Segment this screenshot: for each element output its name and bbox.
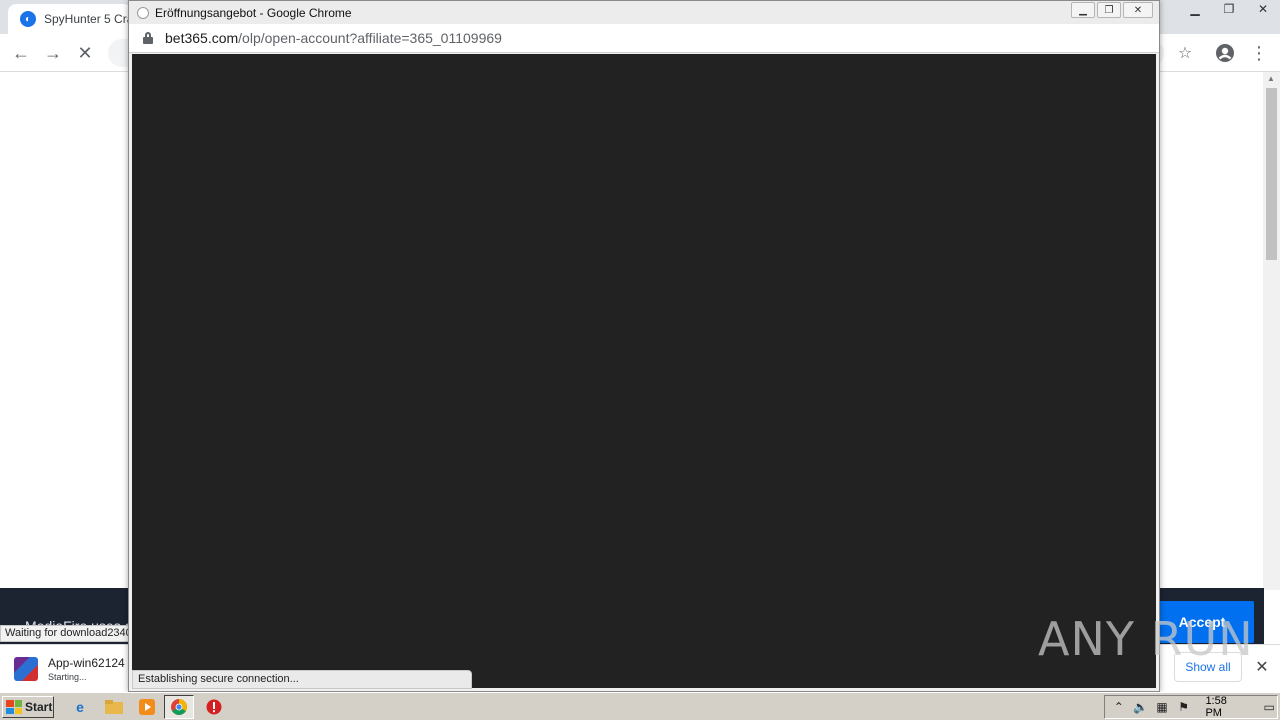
taskbar: Start e ⌃ 🔈 ▦ ⚑ 1:58 PM ▭ bbox=[0, 692, 1280, 720]
lock-icon[interactable] bbox=[143, 32, 153, 44]
popup-window-controls: ▁ ❐ ✕ bbox=[1071, 2, 1153, 18]
popup-titlebar[interactable]: Eröffnungsangebot - Google Chrome ▁ ❐ ✕ bbox=[129, 1, 1159, 24]
page-scrollbar[interactable]: ▲ bbox=[1263, 72, 1280, 590]
restore-icon[interactable]: ❐ bbox=[1212, 0, 1246, 18]
scrollbar-thumb[interactable] bbox=[1266, 88, 1277, 260]
stop-loading-icon[interactable]: ✕ bbox=[72, 40, 98, 66]
restore-icon[interactable]: ❐ bbox=[1097, 2, 1121, 18]
minimize-icon[interactable]: ▁ bbox=[1071, 2, 1095, 18]
minimize-icon[interactable]: ▁ bbox=[1178, 0, 1212, 18]
background-tab-title: SpyHunter 5 Crac bbox=[44, 12, 132, 26]
close-icon[interactable]: ✕ bbox=[1123, 2, 1153, 18]
watermark-text: ANY RUN bbox=[1038, 612, 1254, 666]
action-center-flag-icon[interactable]: ⚑ bbox=[1176, 699, 1192, 715]
stop-sign-icon[interactable] bbox=[204, 697, 224, 717]
popup-page-content[interactable] bbox=[132, 54, 1156, 688]
file-explorer-icon[interactable] bbox=[104, 697, 124, 717]
start-button[interactable]: Start bbox=[2, 696, 54, 718]
background-status-bubble: Waiting for download2340 bbox=[0, 625, 140, 642]
windows-logo-icon bbox=[6, 700, 22, 714]
background-tab[interactable]: ◐ SpyHunter 5 Crac bbox=[8, 4, 132, 34]
popup-status-bubble: Establishing secure connection... bbox=[132, 670, 472, 689]
anyrun-watermark: ANY RUN bbox=[1038, 608, 1254, 670]
popup-favicon-icon bbox=[137, 6, 149, 19]
download-status: Starting... bbox=[48, 672, 87, 682]
background-window-controls: ▁ ❐ ✕ bbox=[1178, 0, 1280, 18]
back-arrow-icon[interactable]: ← bbox=[8, 40, 34, 66]
bookmark-star-icon[interactable]: ☆ bbox=[1172, 40, 1198, 66]
popup-window: Eröffnungsangebot - Google Chrome ▁ ❐ ✕ … bbox=[128, 0, 1160, 692]
volume-icon[interactable]: 🔈 bbox=[1133, 699, 1149, 715]
start-label: Start bbox=[25, 700, 53, 714]
download-item[interactable]: App-win62124 Starting... bbox=[14, 651, 134, 687]
tab-favicon-icon: ◐ bbox=[20, 11, 36, 27]
download-file-name: App-win62124 bbox=[48, 656, 125, 670]
network-icon[interactable]: ▦ bbox=[1154, 699, 1170, 715]
show-desktop-icon[interactable]: ▭ bbox=[1261, 699, 1277, 715]
clock[interactable]: 1:58 PM bbox=[1205, 695, 1245, 719]
archive-file-icon bbox=[14, 657, 38, 681]
popup-address-bar[interactable]: bet365.com/olp/open-account?affiliate=36… bbox=[129, 24, 1159, 53]
popup-window-title: Eröffnungsangebot - Google Chrome bbox=[155, 5, 352, 20]
close-icon[interactable]: ✕ bbox=[1252, 657, 1272, 677]
url-host: bet365.com bbox=[165, 30, 239, 46]
chrome-icon[interactable] bbox=[169, 697, 189, 717]
menu-kebab-icon[interactable]: ⋮ bbox=[1246, 40, 1272, 66]
scroll-up-icon[interactable]: ▲ bbox=[1267, 74, 1275, 83]
forward-arrow-icon[interactable]: → bbox=[40, 40, 66, 66]
show-hidden-icons-icon[interactable]: ⌃ bbox=[1111, 699, 1127, 715]
internet-explorer-icon[interactable]: e bbox=[70, 697, 90, 717]
media-player-icon[interactable] bbox=[137, 697, 157, 717]
url-path: /olp/open-account?affiliate=365_01109969 bbox=[238, 30, 502, 46]
system-tray: ⌃ 🔈 ▦ ⚑ 1:58 PM ▭ bbox=[1104, 695, 1278, 719]
profile-avatar-icon[interactable] bbox=[1212, 40, 1238, 66]
close-icon[interactable]: ✕ bbox=[1246, 0, 1280, 18]
